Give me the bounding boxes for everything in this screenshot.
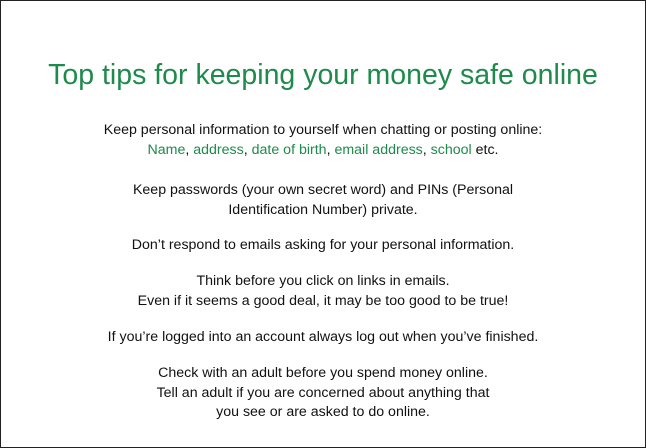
tip-passwords-line1: Keep passwords (your own secret word) an… [132,182,514,198]
tip-passwords: Keep passwords (your own secret word) an… [1,181,645,220]
tip-links-line1: Think before you click on links in email… [196,273,450,289]
tip-logout: If you’re logged into an account always … [1,328,645,348]
tip-personal-info-text: Keep personal information to yourself wh… [103,122,543,138]
tip-adult-line2: Tell an adult if you are concerned about… [156,384,490,401]
separator: , [422,141,431,158]
examples-suffix: etc. [471,141,499,158]
tip-logout-line1: If you’re logged into an account always … [107,329,539,345]
tip-passwords-line2: Identification Number) private. [228,201,418,218]
tip-emails-line1: Don’t respond to emails asking for your … [131,237,515,253]
example-school: school [430,141,472,158]
tip-emails: Don’t respond to emails asking for your … [1,236,645,256]
separator: , [243,141,252,158]
page-title: Top tips for keeping your money safe onl… [48,59,598,91]
example-date-of-birth: date of birth [251,141,327,158]
example-address: address [193,141,244,158]
example-name: Name [147,141,186,158]
slide: Top tips for keeping your money safe onl… [0,0,646,448]
tip-adult-line3: you see or are asked to do online. [216,404,430,420]
tip-adult: Check with an adult before you spend mon… [1,364,645,423]
tip-links-line2: Even if it seems a good deal, it may be … [137,292,509,309]
example-email-address: email address [334,141,423,158]
tip-adult-line1: Check with an adult before you spend mon… [158,365,488,381]
tip-personal-info: Keep personal information to yourself wh… [1,121,645,160]
personal-info-examples: Name, address, date of birth, email addr… [1,141,645,161]
tip-links: Think before you click on links in email… [1,272,645,311]
